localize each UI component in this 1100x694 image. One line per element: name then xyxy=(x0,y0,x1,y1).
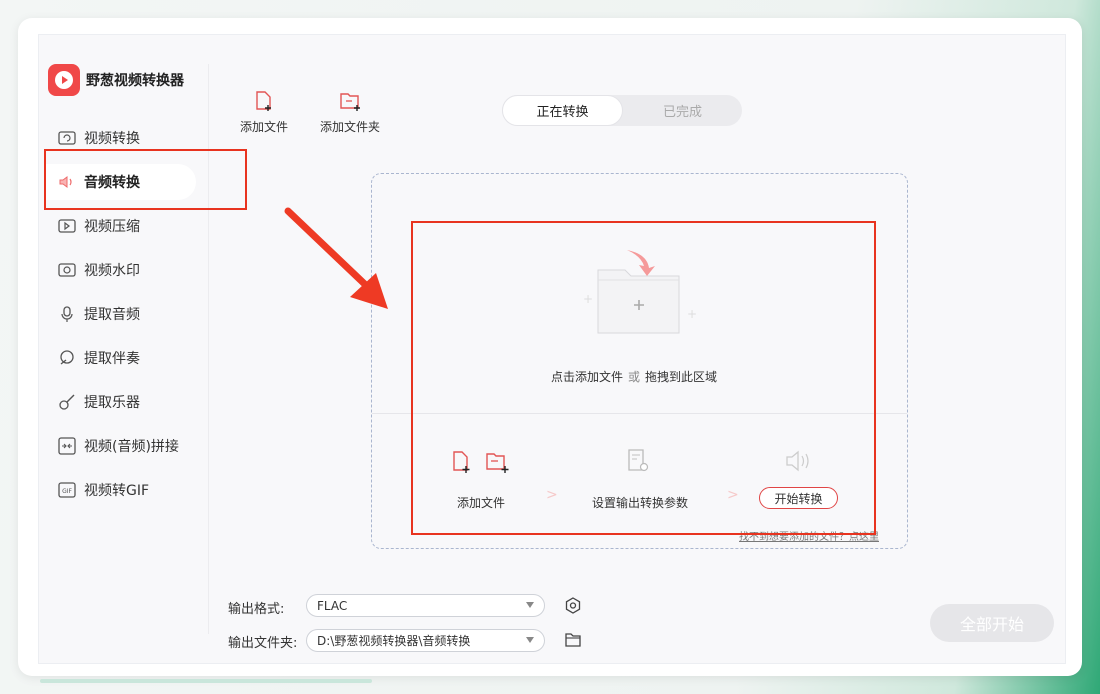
sidebar-item-label: 视频(音频)拼接 xyxy=(84,439,179,455)
gear-icon[interactable] xyxy=(564,597,582,615)
guitar-icon xyxy=(58,393,76,411)
add-file-button[interactable]: 添加文件 xyxy=(240,90,288,135)
chevron-down-icon xyxy=(526,602,534,608)
add-folder-label: 添加文件夹 xyxy=(320,120,381,134)
output-format-select[interactable]: FLAC xyxy=(306,594,545,617)
output-format-value: FLAC xyxy=(317,598,348,613)
add-file-icon xyxy=(256,91,271,111)
horizontal-scrollbar[interactable] xyxy=(40,679,372,683)
output-folder-value: D:\野葱视频转换器\音频转换 xyxy=(317,634,471,648)
svg-text:GIF: GIF xyxy=(62,488,72,495)
sidebar-item-video-to-gif[interactable]: GIF 视频转GIF xyxy=(46,472,196,508)
tab-converting[interactable]: 正在转换 xyxy=(502,95,623,126)
app-title: 野葱视频转换器 xyxy=(86,73,184,89)
sidebar-item-extract-accompaniment[interactable]: 提取伴奏 xyxy=(46,340,196,376)
sidebar-item-video-compress[interactable]: 视频压缩 xyxy=(46,208,196,244)
status-tabs: 正在转换 已完成 xyxy=(502,95,742,126)
chevron-down-icon xyxy=(526,637,534,643)
gif-icon: GIF xyxy=(58,481,76,499)
add-folder-icon xyxy=(340,93,360,111)
sidebar-item-label: 提取乐器 xyxy=(84,395,140,411)
play-logo-icon xyxy=(48,64,80,96)
sidebar-item-extract-instrument[interactable]: 提取乐器 xyxy=(46,384,196,420)
sidebar-item-extract-audio[interactable]: 提取音频 xyxy=(46,296,196,332)
highlight-box-sidebar xyxy=(44,149,247,210)
sidebar-item-label: 视频转GIF xyxy=(84,483,150,499)
sidebar-item-label: 视频转换 xyxy=(84,131,140,147)
highlight-box-dropzone xyxy=(411,221,876,535)
output-folder-select[interactable]: D:\野葱视频转换器\音频转换 xyxy=(306,629,545,652)
watermark-icon xyxy=(58,261,76,279)
compress-icon xyxy=(58,217,76,235)
sidebar-item-video-watermark[interactable]: 视频水印 xyxy=(46,252,196,288)
merge-icon xyxy=(58,437,76,455)
accompaniment-icon xyxy=(58,349,76,367)
folder-icon[interactable] xyxy=(564,631,582,649)
add-folder-button[interactable]: 添加文件夹 xyxy=(320,90,380,135)
start-all-button[interactable]: 全部开始 xyxy=(930,604,1054,642)
app-logo: 野葱视频转换器 xyxy=(48,64,184,96)
sidebar-item-merge[interactable]: 视频(音频)拼接 xyxy=(46,428,196,464)
sidebar-item-label: 视频压缩 xyxy=(84,219,140,235)
sidebar-item-label: 视频水印 xyxy=(84,263,140,279)
tab-completed[interactable]: 已完成 xyxy=(623,95,742,126)
sidebar-item-label: 提取伴奏 xyxy=(84,351,140,367)
add-file-label: 添加文件 xyxy=(240,120,289,134)
microphone-icon xyxy=(58,305,76,323)
output-format-label: 输出格式: xyxy=(228,602,285,617)
output-folder-label: 输出文件夹: xyxy=(228,636,298,651)
video-convert-icon xyxy=(58,129,76,147)
red-pointer-arrow-icon xyxy=(284,207,388,309)
sidebar-item-label: 提取音频 xyxy=(84,307,140,323)
